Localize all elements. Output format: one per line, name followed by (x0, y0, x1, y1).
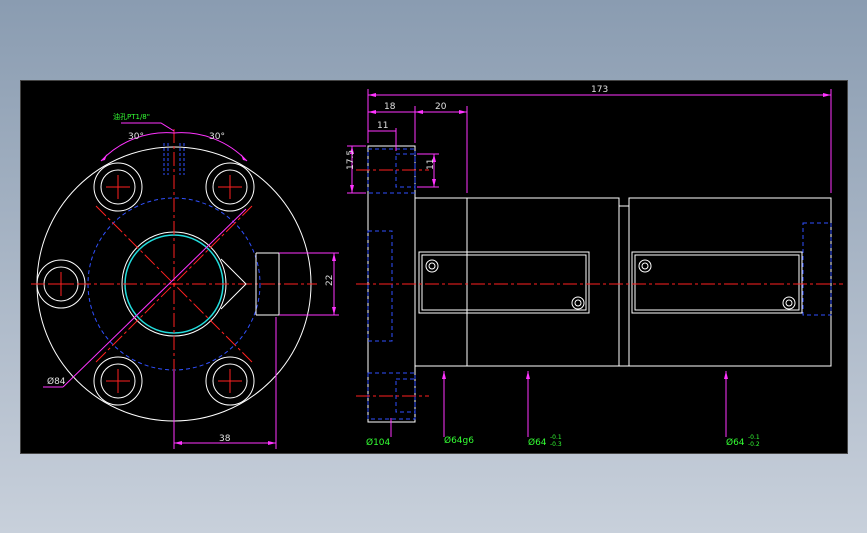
body-fit-label: Ø64g6 (444, 435, 474, 446)
cad-drawing: 油孔PT1/8" 30° 30° Ø84 38 22 173 18 20 11 … (31, 85, 843, 449)
angle-right-label: 30° (209, 132, 225, 142)
offset-dim-label: 38 (219, 434, 231, 444)
total-length-label: 173 (591, 85, 608, 95)
front-view (31, 122, 339, 449)
side-view (347, 89, 843, 437)
body-segment-2 (628, 197, 832, 367)
oil-hole-note: 油孔PT1/8" (113, 112, 150, 121)
port-height-label: 22 (325, 275, 335, 286)
flange-width-label: 18 (384, 102, 396, 112)
cad-drawing-canvas[interactable]: 油孔PT1/8" 30° 30° Ø84 38 22 173 18 20 11 … (20, 80, 848, 454)
bolt-offset-label: 17.5 (346, 150, 356, 170)
body-2-dia-label: Ø64 (726, 437, 745, 448)
angle-left-label: 30° (128, 132, 144, 142)
body-2-tol-upper: -0.1 (748, 434, 760, 441)
hole-height-label: 11 (426, 159, 436, 170)
slot-2 (631, 251, 803, 314)
body-1-tol-lower: -0.3 (550, 441, 562, 448)
body-1-tol-upper: -0.1 (550, 434, 562, 441)
body-segment-1 (414, 197, 620, 367)
flange-dia-label: Ø104 (366, 437, 391, 448)
counterbore-label: 11 (377, 121, 388, 131)
body-1-dia-label: Ø64 (528, 437, 547, 448)
step-length-label: 20 (435, 102, 447, 112)
body-2-tol-lower: -0.2 (748, 441, 760, 448)
bore-dim-label: Ø84 (47, 376, 66, 387)
slot-1 (418, 251, 590, 314)
